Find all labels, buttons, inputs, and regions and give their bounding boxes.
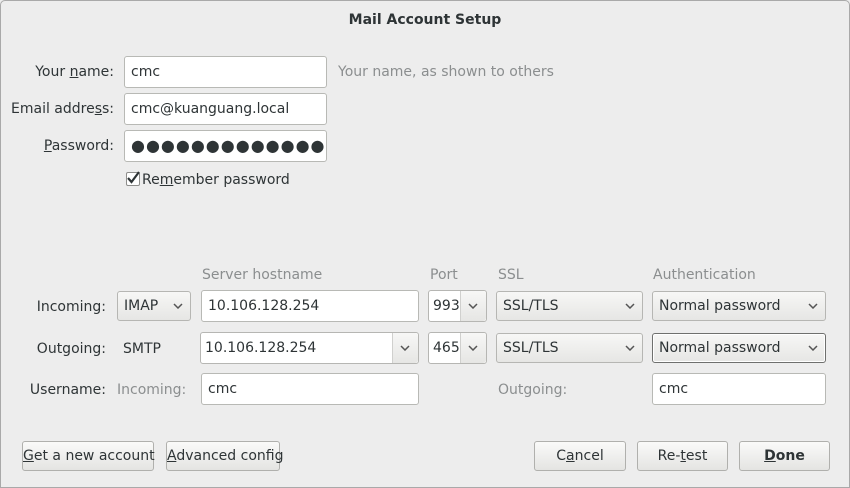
outgoing-port-combo[interactable]: 465 xyxy=(428,332,487,364)
chevron-down-icon xyxy=(399,333,411,363)
incoming-ssl-value: SSL/TLS xyxy=(503,298,559,314)
incoming-auth-value: Normal password xyxy=(659,298,781,314)
chevron-down-icon xyxy=(624,334,636,362)
chevron-down-icon xyxy=(467,333,479,363)
incoming-ssl-dropdown[interactable]: SSL/TLS xyxy=(496,291,643,321)
outgoing-port-value: 465 xyxy=(433,340,460,356)
window-title: Mail Account Setup xyxy=(348,12,502,28)
header-port: Port xyxy=(430,267,458,283)
password-label: Password: xyxy=(43,138,114,154)
your-name-input[interactable]: cmc xyxy=(124,56,327,88)
retest-button[interactable]: Re-test xyxy=(637,441,728,471)
done-button[interactable]: Done xyxy=(739,441,830,471)
mail-account-setup-window: Mail Account Setup Your name: cmc Your n… xyxy=(0,0,850,488)
checkmark-icon xyxy=(127,171,140,184)
outgoing-label: Outgoing: xyxy=(36,341,106,357)
your-name-hint: Your name, as shown to others xyxy=(338,64,554,80)
header-ssl: SSL xyxy=(498,267,524,283)
incoming-hostname-input[interactable]: 10.106.128.254 xyxy=(201,290,419,322)
username-outgoing-label: Outgoing: xyxy=(498,382,568,398)
incoming-protocol-dropdown[interactable]: IMAP xyxy=(117,291,191,321)
chevron-down-icon xyxy=(467,291,479,321)
get-new-account-button[interactable]: Get a new account xyxy=(22,441,155,471)
chevron-down-icon xyxy=(807,334,819,362)
outgoing-username-input[interactable]: cmc xyxy=(652,373,826,405)
outgoing-auth-dropdown[interactable]: Normal password xyxy=(652,333,826,363)
advanced-config-button[interactable]: Advanced config xyxy=(166,441,283,471)
chevron-down-icon xyxy=(807,292,819,320)
header-server-hostname: Server hostname xyxy=(202,267,323,283)
your-name-label: Your name: xyxy=(35,64,114,80)
outgoing-hostname-dropdown-button[interactable] xyxy=(392,333,418,363)
cancel-button[interactable]: Cancel xyxy=(534,441,626,471)
incoming-auth-dropdown[interactable]: Normal password xyxy=(652,291,826,321)
email-address-label: Email address: xyxy=(11,101,115,117)
outgoing-protocol-label: SMTP xyxy=(123,341,161,357)
outgoing-ssl-value: SSL/TLS xyxy=(503,340,559,356)
incoming-port-combo[interactable]: 993 xyxy=(428,290,487,322)
outgoing-port-dropdown-button[interactable] xyxy=(460,333,486,363)
header-authentication: Authentication xyxy=(653,267,756,283)
username-label: Username: xyxy=(29,382,106,398)
incoming-label: Incoming: xyxy=(36,299,106,315)
remember-password-checkbox[interactable] xyxy=(126,171,140,186)
incoming-port-dropdown-button[interactable] xyxy=(460,291,486,321)
incoming-username-input[interactable]: cmc xyxy=(201,373,419,405)
outgoing-ssl-dropdown[interactable]: SSL/TLS xyxy=(496,333,643,363)
outgoing-hostname-combo[interactable]: 10.106.128.254 xyxy=(200,332,419,364)
password-input[interactable]: ●●●●●●●●●●●●●●● xyxy=(124,130,327,162)
username-incoming-label: Incoming: xyxy=(117,382,187,398)
email-address-input[interactable]: cmc@kuanguang.local xyxy=(124,93,327,125)
remember-password-label[interactable]: Remember password xyxy=(142,172,290,188)
outgoing-auth-value: Normal password xyxy=(659,340,781,356)
incoming-protocol-value: IMAP xyxy=(124,298,159,314)
chevron-down-icon xyxy=(172,292,184,320)
chevron-down-icon xyxy=(624,292,636,320)
outgoing-hostname-value: 10.106.128.254 xyxy=(205,340,317,356)
incoming-port-value: 993 xyxy=(433,298,460,314)
